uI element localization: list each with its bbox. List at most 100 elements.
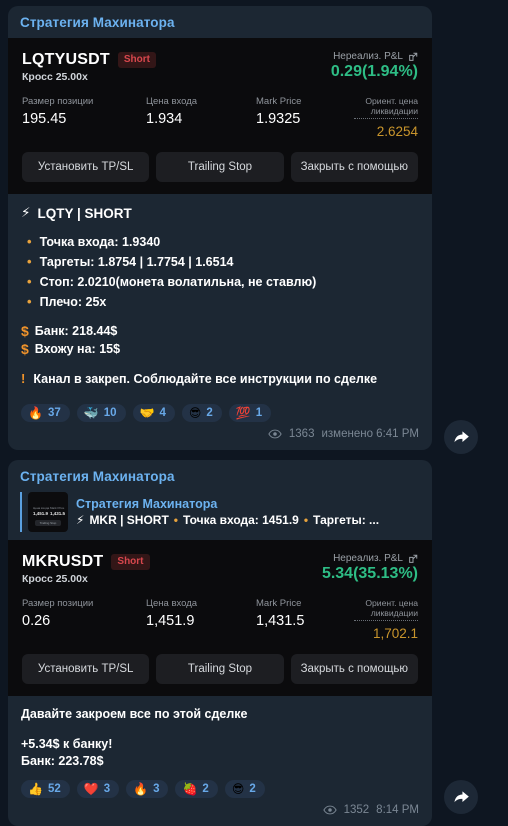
pnl-label-text: Нереализ. P&L <box>333 51 403 62</box>
reply-quote[interactable]: Цена входа 1,451.9 Mark Price 1,431.5 Tr… <box>20 492 420 532</box>
eye-icon <box>322 805 337 815</box>
sunglasses-reaction[interactable]: 😎 2 <box>224 780 265 798</box>
bullet-dot-icon: • <box>303 513 309 527</box>
reaction-count: 3 <box>153 783 160 795</box>
entry-amount-row: $ Вхожу на: 15$ <box>21 341 419 357</box>
reactions-row-2: 👍 52 ❤️ 3 🔥 3 🍓 2 😎 2 <box>8 770 432 798</box>
pnl-block: Нереализ. P&L 0.29(1.94%) <box>331 51 418 81</box>
external-link-icon[interactable] <box>408 52 418 62</box>
position-card-header: MKRUSDT Short Кросс 25.00x Нереализ. P&L… <box>22 553 418 585</box>
warning-row: ! Канал в закреп. Соблюдайте все инструк… <box>21 371 419 386</box>
margin-mode: Кросс 25.00x <box>22 71 88 83</box>
stat-label: Ориент. цена ликвидации <box>354 96 418 119</box>
bullet-dot-icon: • <box>27 254 32 269</box>
symbol-block: LQTYUSDT Short Кросс 25.00x <box>22 51 156 83</box>
quote-thumbnail: Цена входа 1,451.9 Mark Price 1,431.5 Tr… <box>28 492 68 532</box>
eye-icon <box>268 429 282 439</box>
fire-reaction[interactable]: 🔥 3 <box>126 780 169 798</box>
signal-heading-text: LQTY | SHORT <box>37 205 132 221</box>
stat-label: Цена входа <box>146 598 198 609</box>
telegram-channel-view: Стратегия Махинатора LQTYUSDT Short Крос… <box>0 0 508 826</box>
list-item: • Плечо: 25x <box>21 295 419 309</box>
set-tpsl-button[interactable]: Установить TP/SL <box>22 152 150 182</box>
stats-row: Размер позиции 195.45 Цена входа 1.934 M… <box>22 96 418 139</box>
reaction-count: 2 <box>249 783 256 795</box>
fire-reaction[interactable]: 🔥 37 <box>21 404 70 422</box>
quote-text-block: Стратегия Махинатора ⚡ MKR | SHORT • Точ… <box>76 497 420 527</box>
close-instruction: Давайте закроем все по этой сделке <box>21 707 248 721</box>
reaction-count: 4 <box>159 407 166 419</box>
heart-reaction[interactable]: ❤️ 3 <box>76 780 120 798</box>
profit-line: +5.34$ к банку! <box>21 737 113 751</box>
stat-label: Цена входа <box>146 96 198 107</box>
bullet-text: Стоп: 2.0210(монета волатильна, не ставл… <box>39 275 317 289</box>
signal-heading: ⚡ LQTY | SHORT <box>21 205 419 221</box>
symbol-line: MKRUSDT Short <box>22 553 150 571</box>
message-meta-2: 1352 8:14 PM <box>8 798 432 826</box>
signal-bullets: • Точка входа: 1.9340 • Таргеты: 1.8754 … <box>21 235 419 309</box>
reaction-count: 3 <box>103 783 111 795</box>
hundred-icon: 💯 <box>235 406 251 420</box>
card-actions: Установить TP/SL Trailing Stop Закрыть с… <box>22 654 418 684</box>
stat-liquidation-price: Ориент. цена ликвидации 1,702.1 <box>354 598 418 641</box>
quote-author: Стратегия Махинатора <box>76 497 218 511</box>
money-block: $ Банк: 218.44$ $ Вхожу на: 15$ <box>21 323 419 357</box>
close-with-button[interactable]: Закрыть с помощью <box>290 654 418 684</box>
list-item: • Стоп: 2.0210(монета волатильна, не ста… <box>21 275 419 289</box>
lightning-icon: ⚡ <box>76 513 85 527</box>
pnl-label-row: Нереализ. P&L <box>333 553 418 564</box>
warning-text: Канал в закреп. Соблюдайте все инструкци… <box>33 371 378 386</box>
set-tpsl-button[interactable]: Установить TP/SL <box>22 654 150 684</box>
symbol-block: MKRUSDT Short Кросс 25.00x <box>22 553 150 585</box>
view-count: 1363 <box>288 428 315 440</box>
symbol-text: MKRUSDT <box>22 553 104 570</box>
trailing-stop-button[interactable]: Trailing Stop <box>156 654 284 684</box>
stat-value: 1,451.9 <box>146 613 195 629</box>
bullet-dot-icon: • <box>27 274 32 289</box>
fire-icon: 🔥 <box>28 406 43 420</box>
thumb-label-left: Цена входа <box>33 506 50 510</box>
share-button-1[interactable] <box>444 420 478 454</box>
pnl-value: 0.29(1.94%) <box>330 63 418 80</box>
stats-row: Размер позиции 0.26 Цена входа 1,451.9 M… <box>22 598 418 641</box>
message-meta-1: 1363 изменено 6:41 PM <box>8 422 432 450</box>
whale-reaction[interactable]: 🐳 10 <box>76 404 126 422</box>
external-link-icon[interactable] <box>408 554 418 564</box>
pnl-block: Нереализ. P&L 5.34(35.13%) <box>322 553 418 583</box>
handshake-reaction[interactable]: 🤝 4 <box>132 404 175 422</box>
signal-body: ⚡ LQTY | SHORT • Точка входа: 1.9340 • Т… <box>8 194 432 394</box>
quote-symbol: MKR | SHORT <box>89 513 169 527</box>
reaction-count: 2 <box>206 407 213 419</box>
reactions-row-1: 🔥 37 🐳 10 🤝 4 😎 2 💯 1 <box>8 394 432 422</box>
bank-line: Банк: 223.78$ <box>21 754 104 768</box>
stat-label: Ориент. цена ликвидации <box>354 598 418 621</box>
thumbsup-reaction[interactable]: 👍 52 <box>21 780 70 798</box>
view-count: 1352 <box>343 804 370 816</box>
side-badge: Short <box>111 554 150 570</box>
stat-value: 1,431.5 <box>256 613 305 629</box>
message-timestamp: 8:14 PM <box>376 804 419 816</box>
message-bubble-1[interactable]: Стратегия Махинатора LQTYUSDT Short Крос… <box>8 6 432 450</box>
sunglasses-reaction[interactable]: 😎 2 <box>181 404 222 422</box>
trailing-stop-button[interactable]: Trailing Stop <box>156 152 284 182</box>
strawberry-reaction[interactable]: 🍓 2 <box>175 780 218 798</box>
share-button-2[interactable] <box>444 780 478 814</box>
heart-icon: ❤️ <box>83 782 99 796</box>
pnl-label-text: Нереализ. P&L <box>333 553 403 564</box>
stat-value: 0.26 <box>22 613 51 629</box>
stat-liquidation-price: Ориент. цена ликвидации 2.6254 <box>354 96 418 139</box>
fire-icon: 🔥 <box>133 782 149 796</box>
quote-preview: ⚡ MKR | SHORT • Точка входа: 1451.9 • Та… <box>76 513 420 527</box>
reaction-count: 10 <box>103 407 117 419</box>
close-with-button[interactable]: Закрыть с помощью <box>290 152 418 182</box>
stat-entry-price: Цена входа 1,451.9 <box>146 598 256 641</box>
close-message-body: Давайте закроем все по этой сделке +5.34… <box>8 696 432 770</box>
message-bubble-2[interactable]: Стратегия Махинатора Цена входа 1,451.9 … <box>8 460 432 826</box>
thumbsup-icon: 👍 <box>28 782 43 796</box>
stat-label: Mark Price <box>256 598 302 609</box>
handshake-icon: 🤝 <box>139 406 155 420</box>
hundred-reaction[interactable]: 💯 1 <box>228 404 272 422</box>
list-item: • Таргеты: 1.8754 | 1.7754 | 1.6514 <box>21 255 419 269</box>
stat-label: Размер позиции <box>22 598 94 609</box>
bank-text: Банк: 218.44$ <box>34 324 118 338</box>
